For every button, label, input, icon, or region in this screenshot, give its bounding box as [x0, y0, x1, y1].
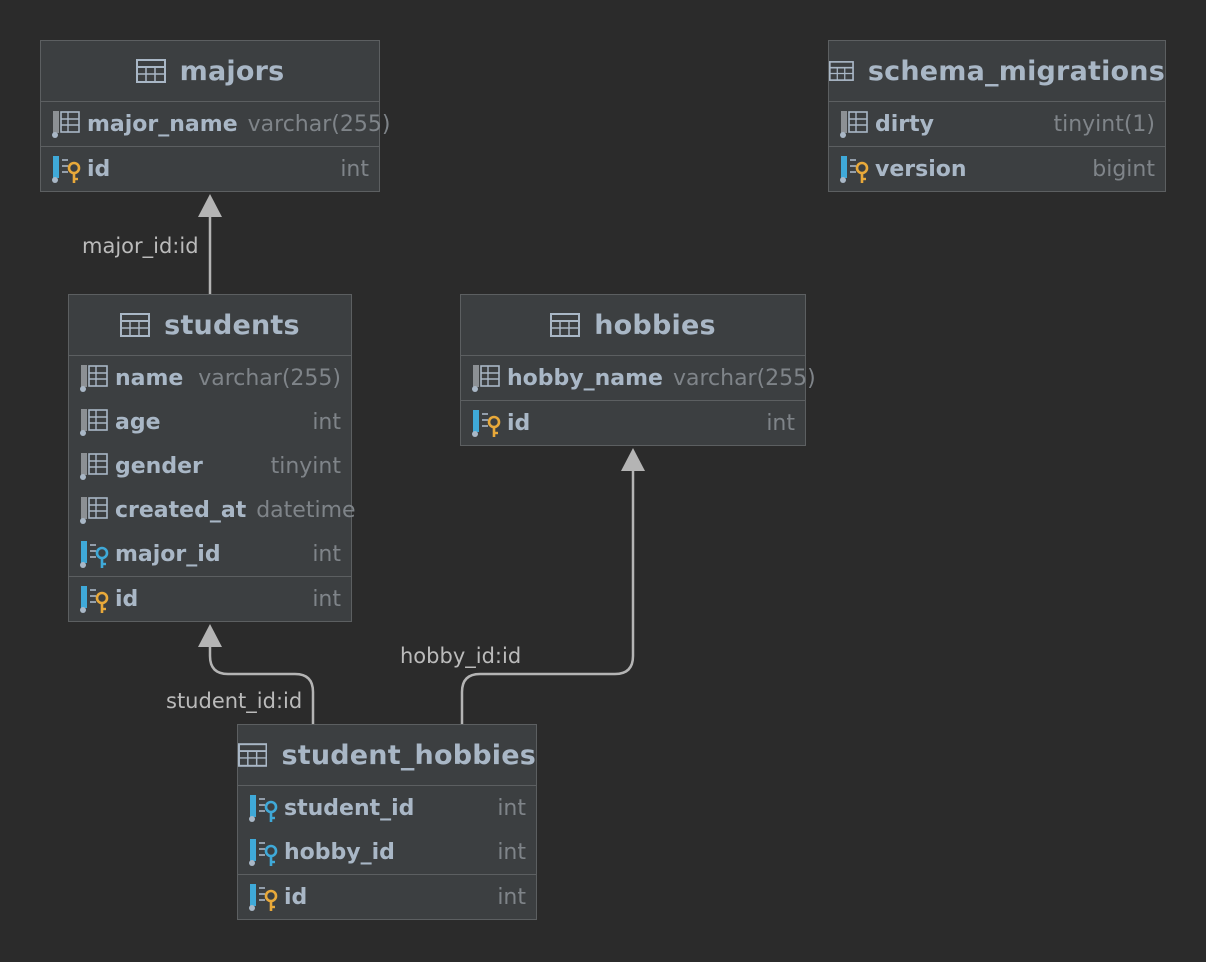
table-students[interactable]: students name varchar(255) age int gende… — [68, 294, 356, 622]
edge-student-hobbies-hobbies — [460, 470, 635, 724]
column-name: student_id — [284, 795, 415, 821]
keys-section: id int — [238, 875, 536, 919]
arrowhead-students — [198, 624, 222, 647]
column-type: varchar(255) — [247, 111, 391, 137]
column-icon — [840, 111, 868, 138]
column-type: int — [340, 156, 369, 182]
columns-section: dirty tinyint(1) — [829, 102, 1165, 147]
column-name: major_id — [115, 541, 221, 567]
column-name: hobby_name — [507, 365, 663, 391]
column-row[interactable]: hobby_name varchar(255) — [461, 356, 816, 400]
arrowhead-hobbies — [621, 448, 645, 471]
column-type: int — [497, 839, 526, 865]
column-row[interactable]: dirty tinyint(1) — [829, 102, 1165, 146]
table-title: student_hobbies — [281, 739, 536, 771]
column-icon — [472, 365, 500, 392]
column-name: hobby_id — [284, 839, 395, 865]
table-icon — [829, 61, 854, 81]
column-row[interactable]: version bigint — [829, 147, 1165, 191]
column-type: bigint — [1092, 156, 1155, 182]
column-name: id — [115, 586, 139, 612]
relation-label-hobby-id: hobby_id:id — [400, 644, 522, 668]
foreign-key-icon — [80, 541, 109, 568]
column-row[interactable]: gender tinyint — [69, 444, 351, 488]
table-title: hobbies — [594, 309, 716, 341]
column-type: int — [766, 410, 795, 436]
column-row[interactable]: created_at datetime — [69, 488, 356, 532]
table-header: schema_migrations — [829, 41, 1165, 102]
table-icon — [120, 313, 151, 337]
column-name: name — [115, 365, 184, 391]
table-hobbies[interactable]: hobbies hobby_name varchar(255) id int — [460, 294, 816, 446]
column-icon — [80, 453, 108, 480]
keys-section: id int — [41, 147, 379, 191]
relation-label-major-id: major_id:id — [82, 234, 199, 258]
column-icon — [80, 409, 108, 436]
column-icon — [80, 365, 108, 392]
keys-section: version bigint — [829, 147, 1165, 191]
table-icon — [238, 743, 268, 767]
table-title: schema_migrations — [867, 55, 1165, 87]
columns-section: hobby_name varchar(255) — [461, 356, 816, 401]
column-name: id — [284, 884, 308, 910]
column-name: created_at — [115, 497, 247, 523]
column-type: varchar(255) — [198, 365, 341, 391]
column-row[interactable]: id int — [238, 875, 536, 919]
column-name: id — [507, 410, 531, 436]
column-type: int — [497, 884, 526, 910]
table-majors[interactable]: majors major_name varchar(255) id int — [40, 40, 390, 192]
table-header: hobbies — [461, 295, 805, 356]
column-name: gender — [115, 453, 203, 479]
table-student-hobbies[interactable]: student_hobbies student_id int hobby_id … — [237, 724, 537, 920]
column-type: varchar(255) — [672, 365, 816, 391]
column-type: int — [312, 586, 341, 612]
table-header: students — [69, 295, 351, 356]
table-schema-migrations[interactable]: schema_migrations dirty tinyint(1) versi… — [828, 40, 1166, 192]
column-row[interactable]: id int — [69, 577, 351, 621]
column-row[interactable]: major_name varchar(255) — [41, 102, 390, 146]
foreign-key-icon — [249, 839, 278, 866]
column-row[interactable]: major_id int — [69, 532, 351, 576]
column-name: dirty — [875, 111, 934, 137]
table-header: majors — [41, 41, 379, 102]
columns-section: major_name varchar(255) — [41, 102, 390, 147]
column-row[interactable]: id int — [41, 147, 379, 191]
column-icon — [80, 497, 108, 524]
table-icon — [550, 313, 581, 337]
column-type: tinyint(1) — [1053, 111, 1155, 137]
column-type: int — [312, 541, 341, 567]
primary-key-icon — [840, 156, 869, 183]
column-row[interactable]: hobby_id int — [238, 830, 536, 874]
column-name: version — [875, 156, 967, 182]
foreign-key-icon — [249, 795, 278, 822]
columns-section: student_id int hobby_id int — [238, 786, 536, 875]
column-row[interactable]: id int — [461, 401, 805, 445]
primary-key-icon — [80, 586, 109, 613]
column-name: age — [115, 409, 161, 435]
keys-section: id int — [461, 401, 805, 445]
arrowhead-majors — [198, 194, 222, 217]
primary-key-icon — [52, 156, 81, 183]
column-type: int — [497, 795, 526, 821]
primary-key-icon — [472, 410, 501, 437]
column-name: id — [87, 156, 111, 182]
primary-key-icon — [249, 884, 278, 911]
columns-section: name varchar(255) age int gender tinyint… — [69, 356, 356, 577]
table-title: majors — [179, 55, 285, 87]
column-type: datetime — [256, 497, 356, 523]
column-type: int — [312, 409, 341, 435]
column-name: major_name — [87, 111, 238, 137]
relation-label-student-id: student_id:id — [166, 689, 303, 713]
column-row[interactable]: name varchar(255) — [69, 356, 351, 400]
table-icon — [135, 59, 166, 83]
table-header: student_hobbies — [238, 725, 536, 786]
column-row[interactable]: student_id int — [238, 786, 536, 830]
column-icon — [52, 111, 80, 138]
keys-section: id int — [69, 577, 351, 621]
column-type: tinyint — [270, 453, 341, 479]
column-row[interactable]: age int — [69, 400, 351, 444]
table-title: students — [164, 309, 300, 341]
